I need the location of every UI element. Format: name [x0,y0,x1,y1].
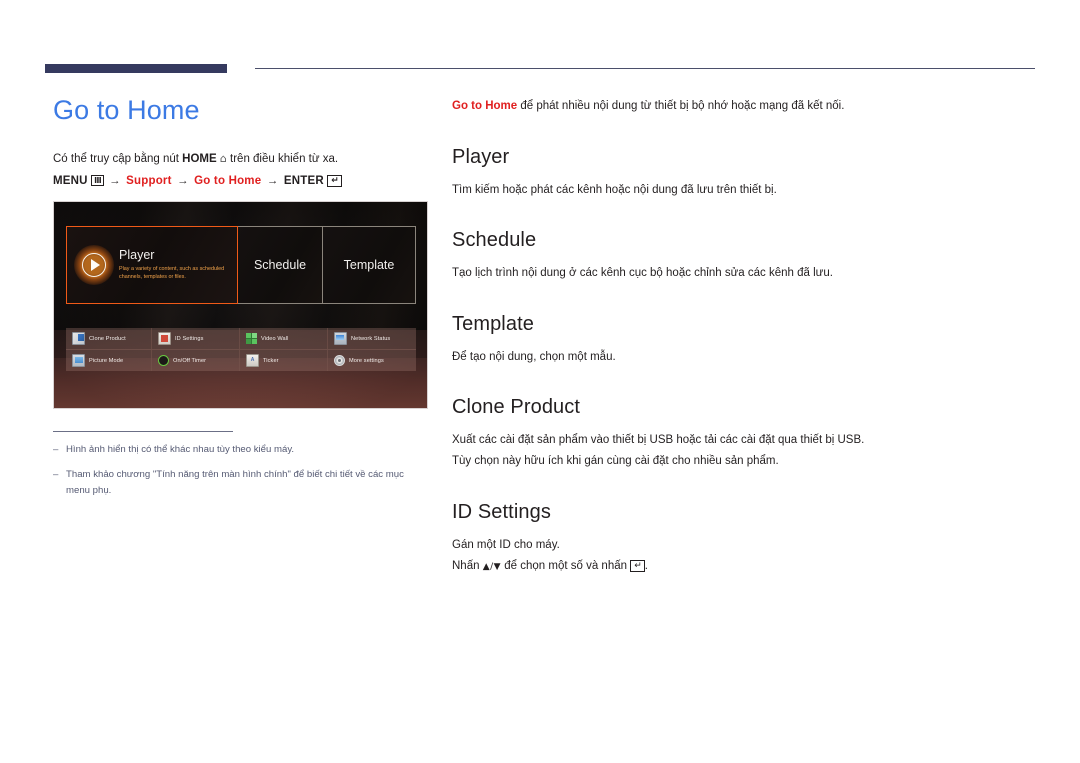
section-schedule-line-1: Tạo lịch trình nội dung ở các kênh cục b… [452,267,833,280]
home-icon: ⌂ [219,152,227,165]
play-triangle-icon [91,259,100,272]
grid-item-picture-mode[interactable]: Picture Mode [66,350,152,372]
onoff-timer-icon [158,355,169,367]
section-clone-product-line-1: Xuất các cài đặt sản phẩm vào thiết bị U… [452,433,865,446]
section-player-body: Tìm kiếm hoặc phát các kênh hoặc nội dun… [452,181,1032,199]
section-id-settings-line-1: Gán một ID cho máy. [452,538,560,551]
right-intro-red: Go to Home [452,100,518,112]
video-wall-icon [246,333,257,345]
header-thin-line [255,68,1035,69]
tile-player-label: Player [119,248,155,262]
footnote-divider [53,431,233,433]
page-title: Go to Home [53,95,200,125]
grid-item-clone-product[interactable]: Clone Product [66,328,152,350]
footnote-1-text: Hình ảnh hiển thị có thể khác nhau tùy t… [66,444,295,456]
section-id-settings: ID Settings Gán một ID cho máy. Nhấn ▲/▼… [452,501,1032,576]
network-status-icon [334,332,347,346]
right-intro: Go to Home để phát nhiều nội dung từ thi… [452,98,1032,116]
ticker-icon: A [246,354,259,368]
header-accent-bar [45,64,227,73]
tile-schedule[interactable]: Schedule [238,226,323,305]
tile-template-label: Template [343,258,395,273]
grid-item-onoff-timer[interactable]: On/Off Timer [152,350,240,372]
up-down-arrows-icon: ▲/▼ [482,562,502,573]
section-clone-product-heading: Clone Product [452,395,581,418]
intro-prefix: Có thể truy cập bằng nút [53,153,183,165]
section-schedule-heading: Schedule [452,229,537,252]
footnote-2: – Tham khảo chương "Tính năng trên màn h… [53,467,428,499]
id-settings-press-prefix: Nhấn [452,560,483,573]
section-id-settings-body: Gán một ID cho máy. Nhấn ▲/▼ để chọn một… [452,536,1032,576]
enter-icon: ↵ [327,175,342,188]
menu-path-support: Support [126,175,172,188]
footnote-2-text: Tham khảo chương "Tính năng trên màn hìn… [66,469,404,496]
grid-item-id-settings-label: ID Settings [175,335,204,342]
tile-template[interactable]: Template [323,226,416,305]
footnote-1: – Hình ảnh hiển thị có thể khác nhau tùy… [53,442,428,458]
remote-access-line: Có thể truy cập bằng nút HOME ⌂ trên điề… [53,151,428,168]
menu-label: MENU [53,175,88,188]
player-text-block: Player Play a variety of content, such a… [119,248,231,282]
section-id-settings-line-2: Nhấn ▲/▼ để chọn một số và nhấn ↵. [452,557,1032,575]
grid-item-network-status[interactable]: Network Status [328,328,416,350]
grid-item-network-status-label: Network Status [351,335,391,342]
menu-path-go-to-home: Go to Home [194,175,262,188]
section-template: Template Để tạo nội dung, chọn một mẫu. [452,313,1032,366]
tile-player[interactable]: Player Play a variety of content, such a… [66,226,238,305]
grid-item-more-settings[interactable]: More settings [328,350,416,372]
home-button-label: HOME [182,153,217,165]
section-template-line-1: Để tạo nội dung, chọn một mẫu. [452,350,616,363]
header-rule [45,64,1035,78]
settings-grid: Clone Product ID Settings Video Wall Net… [66,328,416,372]
section-clone-product: Clone Product Xuất các cài đặt sản phẩm … [452,396,1032,471]
menu-icon: Ⅲ [91,175,104,187]
section-player-line-1: Tìm kiếm hoặc phát các kênh hoặc nội dun… [452,183,777,196]
main-tiles-row: Player Play a variety of content, such a… [66,226,416,305]
id-settings-press-suffix: . [644,560,648,573]
section-player: Player Tìm kiếm hoặc phát các kênh hoặc … [452,146,1032,199]
footnote-2-dash: – [53,469,59,481]
arrow-1: → [109,175,121,188]
grid-item-ticker-label: Ticker [263,357,279,364]
grid-item-ticker[interactable]: A Ticker [240,350,328,372]
left-column: Go to Home Có thể truy cập bằng nút HOME… [53,95,428,508]
enter-label: ENTER [283,175,324,188]
clone-product-icon [72,332,85,346]
home-screen-screenshot: Player Play a variety of content, such a… [53,201,428,410]
id-settings-icon [158,332,171,346]
grid-item-more-settings-label: More settings [349,357,384,364]
settings-grid-row-2: Picture Mode On/Off Timer A Ticker More … [66,350,416,372]
enter-icon-inline: ↵ [630,560,645,573]
more-settings-icon [334,355,345,367]
settings-grid-row-1: Clone Product ID Settings Video Wall Net… [66,328,416,351]
arrow-3: → [266,175,279,188]
intro-suffix: trên điều khiển từ xa. [226,153,339,165]
grid-item-id-settings[interactable]: ID Settings [152,328,240,350]
footnote-1-dash: – [53,444,59,456]
tile-player-description: Play a variety of content, such as sched… [119,265,225,281]
section-clone-product-line-2: Tùy chọn này hữu ích khi gán cùng cài đặ… [452,455,779,468]
tile-schedule-label: Schedule [253,258,307,273]
section-schedule-body: Tạo lịch trình nội dung ở các kênh cục b… [452,264,1032,282]
menu-path: MENU Ⅲ → Support → Go to Home → ENTER ↵ [53,175,428,188]
picture-mode-icon [72,354,85,368]
grid-item-clone-product-label: Clone Product [89,335,126,342]
player-play-icon [73,244,115,286]
section-player-heading: Player [452,145,510,168]
section-schedule: Schedule Tạo lịch trình nội dung ở các k… [452,229,1032,282]
grid-item-video-wall[interactable]: Video Wall [240,328,328,350]
section-clone-product-body: Xuất các cài đặt sản phẩm vào thiết bị U… [452,431,1032,471]
right-column: Go to Home để phát nhiều nội dung từ thi… [452,98,1032,606]
section-template-body: Để tạo nội dung, chọn một mẫu. [452,348,1032,366]
section-id-settings-heading: ID Settings [452,500,551,523]
right-intro-rest: để phát nhiều nội dung từ thiết bị bộ nh… [517,100,845,112]
grid-item-picture-mode-label: Picture Mode [89,357,124,364]
grid-item-video-wall-label: Video Wall [261,335,289,342]
arrow-2: → [177,175,189,188]
section-template-heading: Template [452,312,534,335]
id-settings-press-mid: để chọn một số và nhấn [501,560,631,573]
manual-page: Go to Home Có thể truy cập bằng nút HOME… [0,0,1080,763]
grid-item-onoff-timer-label: On/Off Timer [173,357,207,364]
